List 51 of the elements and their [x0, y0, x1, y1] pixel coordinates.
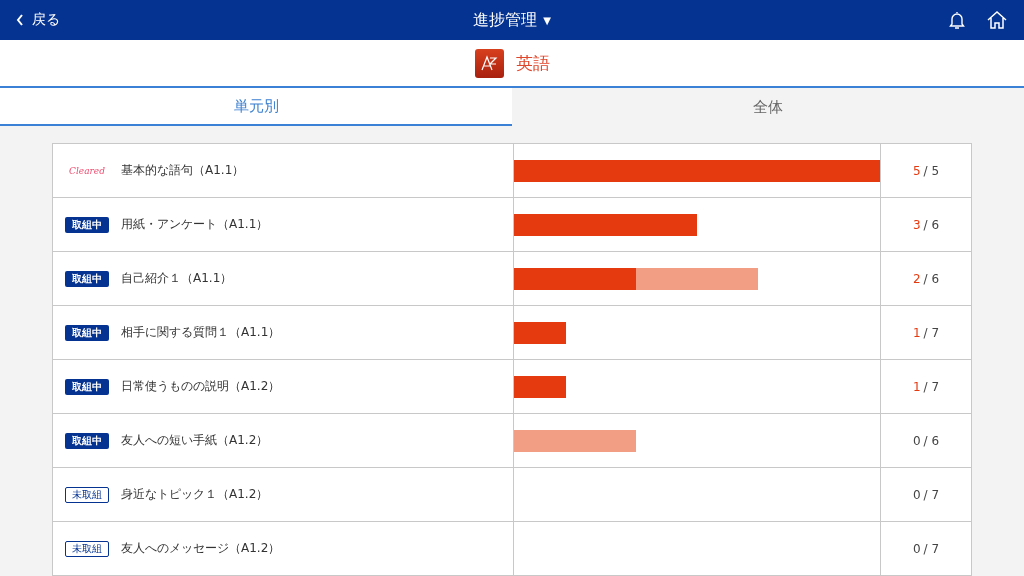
status-badge: 取組中: [65, 216, 109, 233]
unit-name: 日常使うものの説明（A1.2）: [121, 378, 281, 395]
total-count: / 5: [923, 163, 940, 178]
unit-name: 自己紹介１（A1.1）: [121, 270, 233, 287]
unit-name: 身近なトピック１（A1.2）: [121, 486, 269, 503]
status-badge: 未取組: [65, 540, 109, 557]
status-badge: 未取組: [65, 486, 109, 503]
total-count: / 7: [923, 541, 940, 556]
total-count: / 6: [923, 271, 940, 286]
dropdown-caret[interactable]: ▼: [543, 14, 551, 26]
completed-count: 3: [912, 217, 921, 232]
bell-icon: [948, 10, 966, 30]
total-count: / 7: [923, 487, 940, 502]
home-button[interactable]: [986, 10, 1008, 30]
unit-name: 友人へのメッセージ（A1.2）: [121, 540, 281, 557]
completed-count: 0: [912, 487, 921, 502]
status-badge: 取組中: [65, 432, 109, 449]
total-count: / 7: [923, 325, 940, 340]
unit-row[interactable]: Cleared 基本的な語句（A1.1） 5 / 5: [53, 144, 971, 198]
total-count: / 6: [923, 217, 940, 232]
completed-count: 1: [912, 379, 921, 394]
back-button[interactable]: 戻る: [12, 7, 64, 33]
subject-logo-icon: [474, 48, 504, 78]
cleared-label: Cleared: [68, 164, 106, 178]
unit-row[interactable]: 取組中 友人への短い手紙（A1.2） 0 / 6: [53, 414, 971, 468]
completed-count: 1: [912, 325, 921, 340]
completed-count: 5: [912, 163, 921, 178]
home-icon: [986, 10, 1008, 30]
page-title[interactable]: 進捗管理: [473, 9, 538, 31]
total-count: / 7: [923, 379, 940, 394]
unit-row[interactable]: 未取組 身近なトピック１（A1.2） 0 / 7: [53, 468, 971, 522]
unit-row[interactable]: 未取組 友人へのメッセージ（A1.2） 0 / 7: [53, 522, 971, 576]
chevron-left-icon: [16, 14, 24, 26]
completed-count: 2: [912, 271, 921, 286]
unit-row[interactable]: 取組中 自己紹介１（A1.1） 2 / 6: [53, 252, 971, 306]
unit-row[interactable]: 取組中 日常使うものの説明（A1.2） 1 / 7: [53, 360, 971, 414]
unit-name: 相手に関する質問１（A1.1）: [121, 324, 281, 341]
notification-button[interactable]: [948, 10, 966, 30]
unit-row[interactable]: 取組中 相手に関する質問１（A1.1） 1 / 7: [53, 306, 971, 360]
status-badge: 取組中: [65, 324, 109, 341]
subject-name: 英語: [515, 51, 550, 75]
completed-count: 0: [912, 433, 921, 448]
unit-row[interactable]: 取組中 用紙・アンケート（A1.1） 3 / 6: [53, 198, 971, 252]
status-badge: 取組中: [65, 270, 109, 287]
status-badge: 取組中: [65, 378, 109, 395]
unit-name: 用紙・アンケート（A1.1）: [121, 216, 269, 233]
completed-count: 0: [912, 541, 921, 556]
unit-name: 友人への短い手紙（A1.2）: [121, 432, 269, 449]
tab[interactable]: 単元別: [0, 88, 512, 126]
unit-name: 基本的な語句（A1.1）: [121, 162, 245, 179]
total-count: / 6: [923, 433, 940, 448]
